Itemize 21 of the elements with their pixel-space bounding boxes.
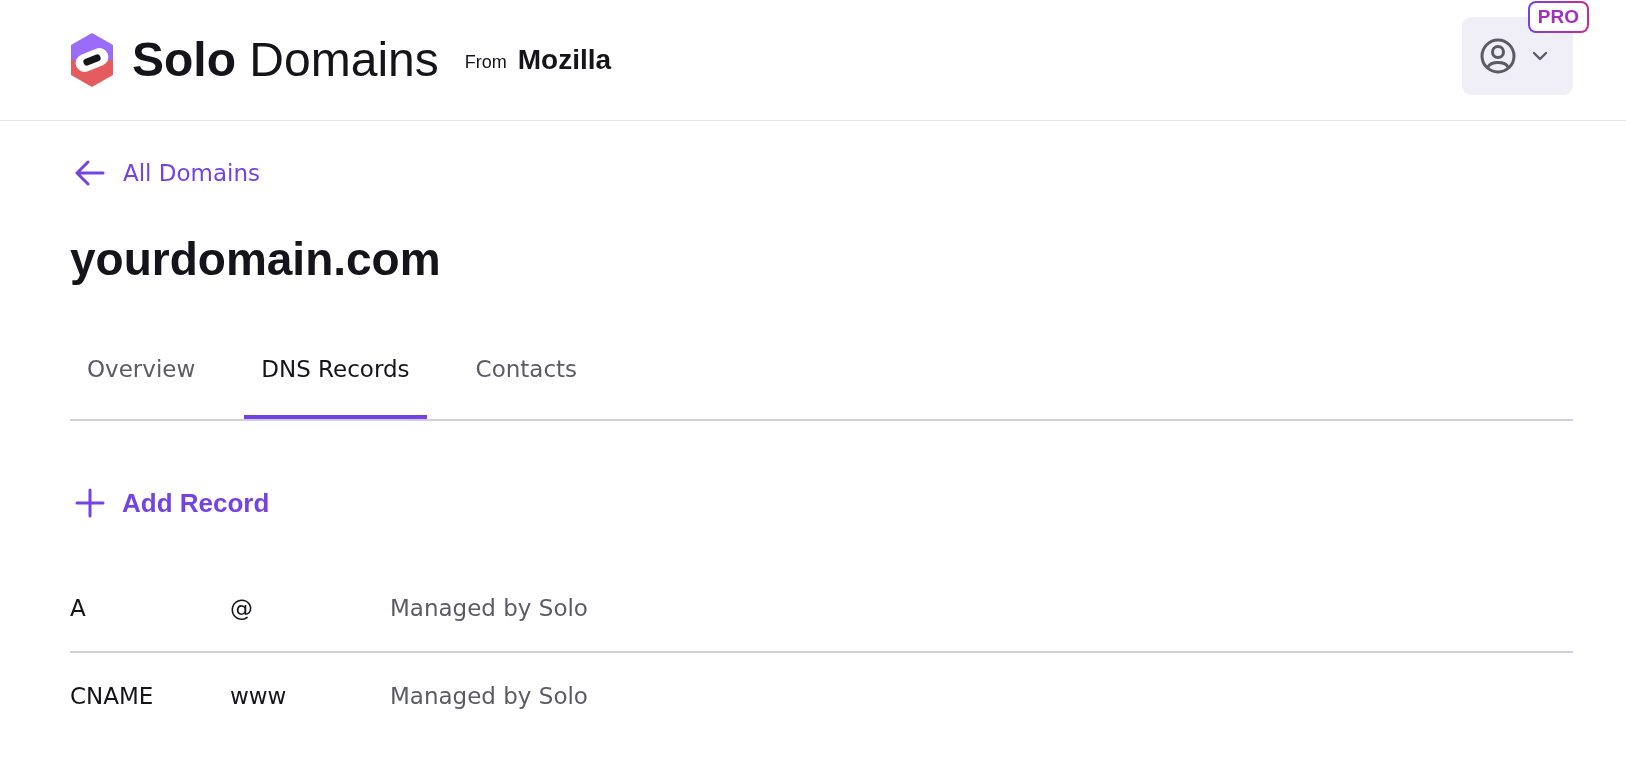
record-value-cell-text: Managed by Solo (390, 594, 588, 623)
record-name-cell-text: @ (230, 594, 254, 623)
arrow-left-icon (75, 160, 105, 186)
user-icon (1480, 38, 1516, 74)
tab[interactable]: Contacts (458, 338, 595, 419)
tab[interactable]: Overview (70, 338, 213, 419)
record-value-cell-text: Managed by Solo (390, 682, 588, 711)
tab[interactable]: DNS Records (244, 338, 427, 419)
maker-wordmark: Mozilla (517, 44, 612, 76)
back-link[interactable]: All Domains (70, 158, 261, 188)
pro-badge: PRO (1527, 1, 1589, 33)
brand-name: Solo Domains (132, 32, 439, 88)
plus-icon (75, 488, 105, 518)
record-type-cell-text: CNAME (70, 682, 155, 711)
logo-icon (70, 32, 114, 88)
add-record-button[interactable]: Add Record (70, 488, 270, 518)
chevron-down-icon (1532, 51, 1548, 61)
brand-byline: From (464, 51, 507, 73)
record-type-cell-text: A (70, 594, 87, 623)
record-name-cell-text: www (230, 682, 288, 711)
domain-title: yourdomain.com (70, 232, 441, 287)
